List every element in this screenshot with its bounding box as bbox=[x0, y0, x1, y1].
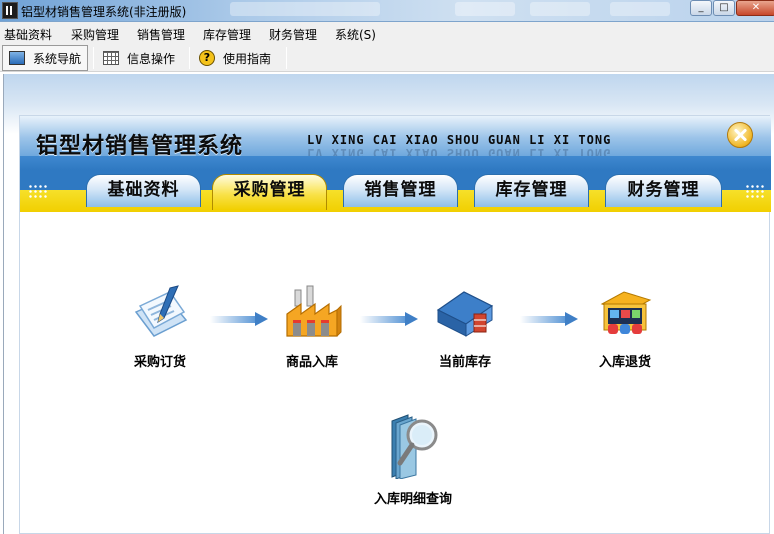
current-stock-item[interactable]: 当前库存 bbox=[410, 284, 520, 370]
current-stock-label: 当前库存 bbox=[438, 355, 491, 370]
dots-decoration-icon bbox=[28, 184, 48, 198]
dots-decoration-icon bbox=[745, 184, 765, 198]
menu-sales[interactable]: 销售管理 bbox=[137, 26, 185, 43]
app-icon bbox=[2, 2, 18, 19]
tab-basic-data[interactable]: 基础资料 bbox=[86, 174, 201, 207]
monitor-icon bbox=[9, 51, 25, 65]
factory-icon bbox=[286, 285, 342, 337]
purchase-order-label: 采购订货 bbox=[133, 355, 186, 370]
info-operation-label: 信息操作 bbox=[127, 51, 176, 66]
window-title: 铝型材销售管理系统(非注册版) bbox=[21, 5, 187, 19]
menu-system[interactable]: 系统(S) bbox=[335, 26, 376, 43]
inbound-return-label: 入库退货 bbox=[598, 355, 651, 370]
menu-bar: 基础资料 采购管理 销售管理 库存管理 财务管理 系统(S) bbox=[0, 22, 774, 44]
minimize-button[interactable]: _ bbox=[690, 0, 712, 16]
maximize-button[interactable]: □ bbox=[713, 0, 735, 16]
panel-pinyin: LV XING CAI XIAO SHOU GUAN LI XI TONG bbox=[307, 133, 612, 147]
module-tab-strip: 基础资料 采购管理 销售管理 库存管理 财务管理 bbox=[20, 170, 771, 212]
tab-sales[interactable]: 销售管理 bbox=[343, 174, 458, 207]
info-operation-button[interactable]: 信息操作 bbox=[97, 45, 185, 71]
shop-return-icon bbox=[600, 291, 652, 334]
panel-close-icon[interactable] bbox=[727, 122, 753, 148]
tab-finance[interactable]: 财务管理 bbox=[605, 174, 722, 207]
toolbar-separator bbox=[189, 47, 190, 69]
system-nav-label: 系统导航 bbox=[32, 51, 81, 66]
goods-inbound-label: 商品入库 bbox=[285, 355, 338, 370]
menu-inventory[interactable]: 库存管理 bbox=[203, 26, 251, 43]
purchase-order-item[interactable]: 采购订货 bbox=[105, 284, 215, 370]
close-button[interactable]: ✕ bbox=[736, 0, 774, 16]
inbound-detail-query-label: 入库明细查询 bbox=[373, 492, 452, 507]
help-icon: ? bbox=[199, 50, 215, 66]
title-bar: 铝型材销售管理系统(非注册版) _ □ ✕ bbox=[0, 0, 774, 22]
inbound-detail-query-item[interactable]: 入库明细查询 bbox=[353, 411, 473, 507]
tab-inventory[interactable]: 库存管理 bbox=[474, 174, 589, 207]
user-guide-label: 使用指南 bbox=[223, 51, 272, 66]
panel-header: 铝型材销售管理系统 LV XING CAI XIAO SHOU GUAN LI … bbox=[20, 116, 771, 170]
warehouse-icon bbox=[436, 291, 494, 337]
grid-icon bbox=[103, 51, 119, 65]
menu-basic-data[interactable]: 基础资料 bbox=[4, 26, 52, 43]
title-bar-decoration bbox=[610, 2, 670, 16]
navigation-panel: 铝型材销售管理系统 LV XING CAI XIAO SHOU GUAN LI … bbox=[19, 115, 771, 534]
magnifier-folder-icon bbox=[391, 414, 438, 480]
purchase-order-icon bbox=[134, 285, 188, 337]
toolbar-separator bbox=[286, 47, 287, 69]
system-nav-button[interactable]: 系统导航 bbox=[2, 45, 88, 71]
toolbar-separator bbox=[93, 47, 94, 69]
tab-purchase[interactable]: 采购管理 bbox=[212, 174, 327, 210]
inbound-return-item[interactable]: 入库退货 bbox=[570, 284, 680, 370]
title-bar-decoration bbox=[455, 2, 515, 16]
toolbar: 系统导航 信息操作 ? 使用指南 bbox=[0, 44, 774, 72]
panel-pinyin-reflection: LV XING CAI XIAO SHOU GUAN LI XI TONG bbox=[307, 146, 612, 160]
user-guide-button[interactable]: ? 使用指南 bbox=[193, 45, 283, 71]
menu-finance[interactable]: 财务管理 bbox=[269, 26, 317, 43]
title-bar-decoration bbox=[230, 2, 380, 16]
panel-title: 铝型材销售管理系统 bbox=[36, 134, 244, 159]
menu-purchase[interactable]: 采购管理 bbox=[71, 26, 119, 43]
title-bar-decoration bbox=[530, 2, 590, 16]
goods-inbound-item[interactable]: 商品入库 bbox=[257, 284, 367, 370]
